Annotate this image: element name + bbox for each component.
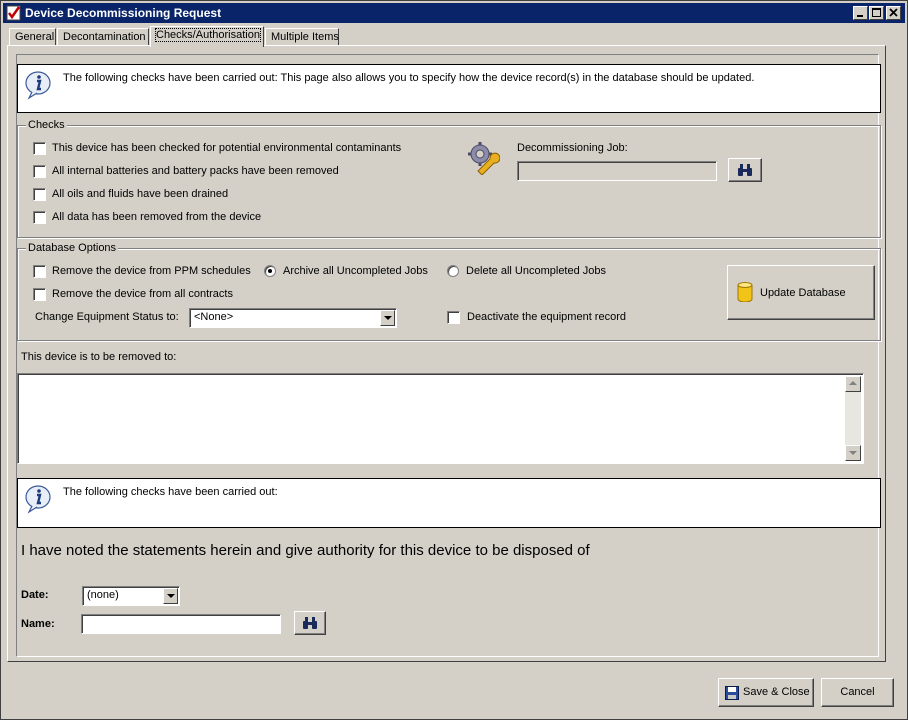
- tab-multiple-items-label: Multiple Items: [271, 31, 339, 43]
- removal-scrollbar[interactable]: [845, 376, 861, 461]
- update-database-button[interactable]: Update Database: [727, 265, 875, 320]
- decommissioning-job-field[interactable]: [517, 161, 717, 181]
- chevron-down-icon[interactable]: [380, 310, 395, 326]
- remove-ppm-label: Remove the device from PPM schedules: [52, 265, 251, 277]
- decommissioning-window: Device Decommissioning Request General D…: [0, 0, 908, 720]
- info-box-top: The following checks have been carried o…: [17, 64, 881, 113]
- info-icon: [25, 485, 51, 514]
- archive-jobs-radio[interactable]: [264, 265, 276, 277]
- tab-panel: The following checks have been carried o…: [7, 45, 886, 662]
- close-icon: [889, 8, 898, 17]
- find-job-button[interactable]: [728, 158, 762, 182]
- checks-group-title: Checks: [26, 119, 67, 131]
- wrench-gear-icon: [468, 142, 500, 175]
- tab-decontamination[interactable]: Decontamination: [57, 28, 149, 46]
- update-database-label: Update Database: [760, 287, 846, 299]
- binoculars-icon: [738, 164, 752, 176]
- authority-statement: I have noted the statements herein and g…: [21, 542, 590, 559]
- status-label: Change Equipment Status to:: [35, 311, 179, 323]
- deactivate-checkbox[interactable]: [447, 311, 460, 324]
- title-bar[interactable]: Device Decommissioning Request: [3, 3, 905, 23]
- tab-multiple-items[interactable]: Multiple Items: [265, 28, 339, 46]
- maximize-button[interactable]: [869, 6, 884, 20]
- database-options-title: Database Options: [26, 242, 119, 254]
- check-env-contaminants-label: This device has been checked for potenti…: [52, 142, 402, 154]
- tab-checks-authorisation-label: Checks/Authorisation: [155, 28, 261, 42]
- checks-authorisation-page: The following checks have been carried o…: [16, 54, 881, 657]
- delete-jobs-radio[interactable]: [447, 265, 459, 277]
- date-picker[interactable]: (none): [82, 586, 180, 606]
- info-box-bottom: The following checks have been carried o…: [17, 478, 881, 528]
- remove-contracts-label: Remove the device from all contracts: [52, 288, 233, 300]
- tab-general-label: General: [15, 31, 55, 43]
- scroll-down-icon[interactable]: [845, 445, 861, 461]
- equipment-status-select[interactable]: <None>: [189, 308, 397, 328]
- remove-contracts-checkbox[interactable]: [33, 288, 46, 301]
- scroll-up-icon[interactable]: [845, 376, 861, 392]
- check-oils-fluids-label: All oils and fluids have been drained: [52, 188, 229, 200]
- name-label: Name:: [21, 618, 55, 630]
- maximize-icon: [872, 8, 881, 17]
- save-close-label: Save & Close: [743, 686, 810, 698]
- check-env-contaminants[interactable]: [33, 142, 46, 155]
- info-top-text: The following checks have been carried o…: [63, 72, 755, 84]
- floppy-disk-icon: [725, 686, 739, 700]
- check-oils-fluids[interactable]: [33, 188, 46, 201]
- save-close-button[interactable]: Save & Close: [718, 678, 814, 707]
- check-batteries[interactable]: [33, 165, 46, 178]
- check-data-removed[interactable]: [33, 211, 46, 224]
- equipment-status-value: <None>: [194, 311, 234, 323]
- deactivate-label: Deactivate the equipment record: [467, 311, 626, 323]
- removal-destination-textarea[interactable]: [17, 373, 864, 464]
- delete-jobs-label: Delete all Uncompleted Jobs: [466, 265, 607, 277]
- archive-jobs-label: Archive all Uncompleted Jobs: [283, 265, 428, 277]
- app-icon: [6, 5, 21, 21]
- info-icon: [25, 71, 51, 100]
- close-button[interactable]: [886, 6, 901, 20]
- database-icon: [737, 282, 753, 302]
- find-name-button[interactable]: [294, 611, 326, 635]
- cancel-button[interactable]: Cancel: [821, 678, 894, 707]
- check-data-removed-label: All data has been removed from the devic…: [52, 211, 262, 223]
- window-title: Device Decommissioning Request: [25, 6, 222, 20]
- date-value: (none): [87, 589, 119, 601]
- tab-general[interactable]: General: [9, 28, 56, 46]
- tab-decontamination-label: Decontamination: [63, 31, 146, 43]
- minimize-button[interactable]: [853, 6, 868, 20]
- removal-label: This device is to be removed to:: [21, 351, 177, 363]
- decommissioning-job-label: Decommissioning Job:: [517, 142, 628, 154]
- date-label: Date:: [21, 589, 49, 601]
- name-field[interactable]: [81, 614, 281, 634]
- check-batteries-label: All internal batteries and battery packs…: [52, 165, 339, 177]
- tab-checks-authorisation[interactable]: Checks/Authorisation: [150, 26, 264, 47]
- cancel-label: Cancel: [840, 686, 875, 698]
- binoculars-icon: [303, 617, 317, 629]
- chevron-down-icon[interactable]: [163, 588, 178, 604]
- info-bottom-text: The following checks have been carried o…: [63, 486, 278, 498]
- minimize-icon: [857, 15, 863, 17]
- remove-ppm-checkbox[interactable]: [33, 265, 46, 278]
